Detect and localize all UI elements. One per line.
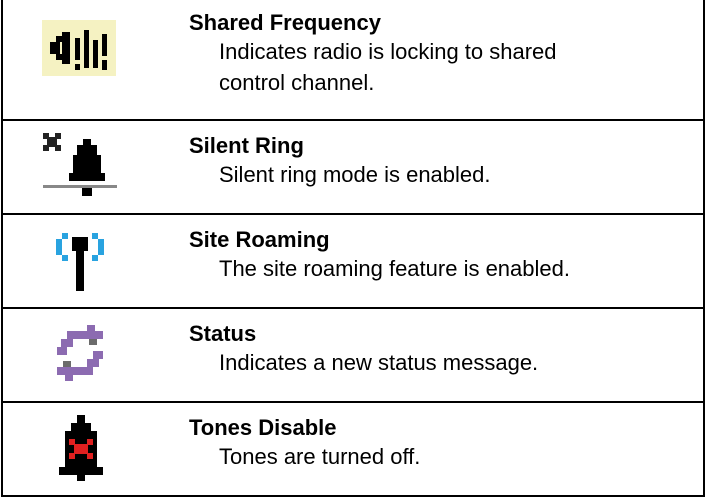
- text-cell: Status Indicates a new status message.: [189, 321, 693, 378]
- icon-cell: [3, 403, 176, 495]
- icon-cell: [3, 121, 176, 213]
- row-description: Indicates a new status message.: [189, 347, 693, 378]
- description-line: control channel.: [219, 70, 375, 95]
- table-row: Site Roaming The site roaming feature is…: [3, 215, 703, 307]
- text-cell: Shared Frequency Indicates radio is lock…: [189, 10, 693, 98]
- table-row: Shared Frequency Indicates radio is lock…: [3, 0, 703, 119]
- icon-cell: [3, 309, 176, 401]
- description-line: The site roaming feature is enabled.: [219, 256, 570, 281]
- row-description: Silent ring mode is enabled.: [189, 159, 693, 190]
- icon-cell: [3, 0, 176, 119]
- icon-cell: [3, 215, 176, 307]
- text-cell: Site Roaming The site roaming feature is…: [189, 227, 693, 284]
- tones-disable-icon: [59, 415, 103, 481]
- description-line: Silent ring mode is enabled.: [219, 162, 491, 187]
- row-description: Indicates radio is locking to shared con…: [189, 36, 693, 98]
- row-title: Tones Disable: [189, 415, 337, 440]
- table-border-right: [703, 0, 705, 497]
- row-title: Site Roaming: [189, 227, 330, 252]
- table-row: Tones Disable Tones are turned off.: [3, 403, 703, 495]
- table-row: Status Indicates a new status message.: [3, 309, 703, 401]
- row-title: Silent Ring: [189, 133, 304, 158]
- row-title: Status: [189, 321, 257, 346]
- row-description: Tones are turned off.: [189, 441, 693, 472]
- table-row: Silent Ring Silent ring mode is enabled.: [3, 121, 703, 213]
- row-title: Shared Frequency: [189, 10, 381, 35]
- silent-ring-icon: [43, 133, 117, 196]
- text-cell: Tones Disable Tones are turned off.: [189, 415, 693, 472]
- description-line: Indicates radio is locking to shared: [219, 39, 557, 64]
- description-line: Tones are turned off.: [219, 444, 421, 469]
- shared-frequency-icon: [42, 20, 116, 76]
- text-cell: Silent Ring Silent ring mode is enabled.: [189, 133, 693, 190]
- icon-reference-table: Shared Frequency Indicates radio is lock…: [0, 0, 708, 497]
- row-description: The site roaming feature is enabled.: [189, 253, 693, 284]
- site-roaming-icon: [56, 233, 104, 291]
- status-icon: [57, 325, 103, 381]
- description-line: Indicates a new status message.: [219, 350, 539, 375]
